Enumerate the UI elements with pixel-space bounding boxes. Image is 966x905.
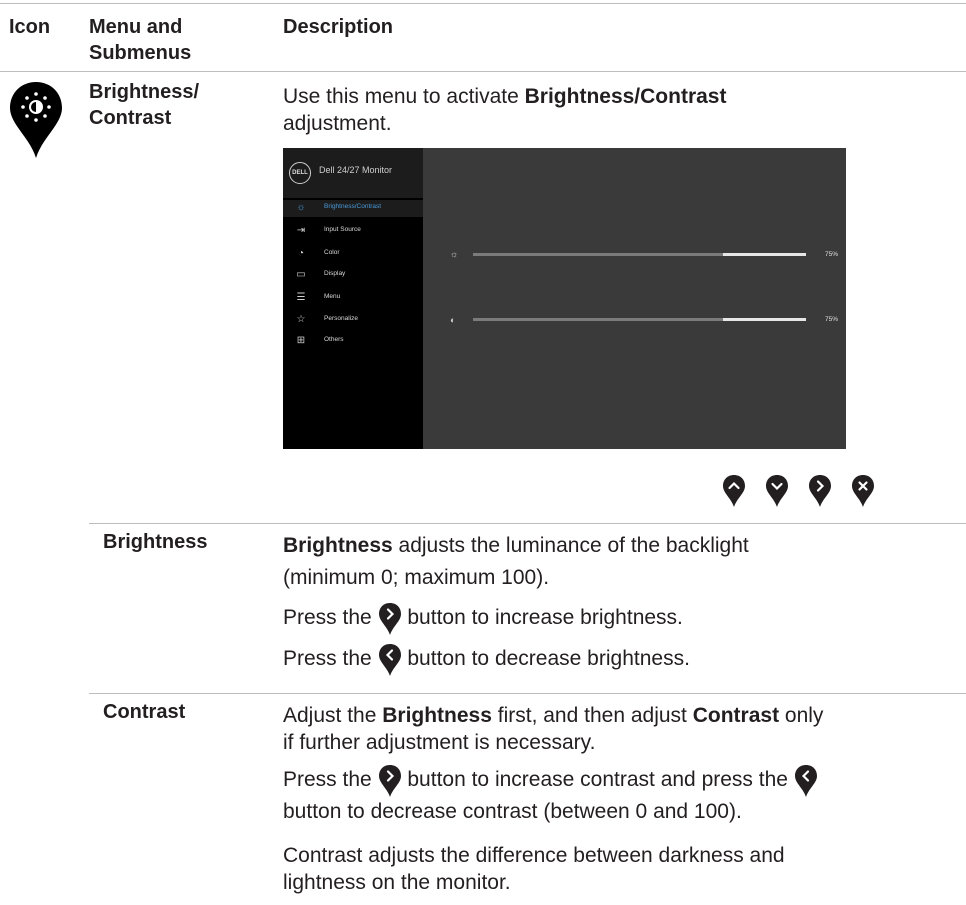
- brightness-value: 75%: [825, 251, 839, 258]
- main-description: Use this menu to activate Brightness/Con…: [283, 85, 727, 135]
- up-button-icon: [723, 475, 745, 507]
- header-menu-line1: Menu and: [89, 16, 183, 38]
- header-menu-line2: Submenus: [89, 42, 192, 64]
- down-button-icon: [766, 475, 788, 507]
- contrast-value: 75%: [825, 316, 839, 323]
- osd-menu-item-color[interactable]: ◔ Color: [283, 246, 423, 263]
- osd-menu-item-display[interactable]: ▭ Display: [283, 267, 423, 284]
- header-description: Description: [283, 16, 394, 38]
- dell-logo: DELL: [289, 162, 311, 184]
- header-icon: Icon: [9, 16, 51, 38]
- contrast-p3: Contrast adjusts the difference between …: [283, 844, 785, 894]
- right-button-inline-icon: [378, 603, 401, 635]
- close-button-icon: [852, 475, 874, 507]
- brightness-slider-icon: ☼: [450, 249, 459, 259]
- brightness-p3: Press the button to decrease brightness.: [283, 643, 690, 677]
- osd-menu-item-brightness-contrast[interactable]: ☼ Brightness/Contrast: [283, 200, 423, 217]
- brightness-row-rule: [89, 523, 966, 524]
- menu-icon: ☰: [296, 292, 306, 303]
- contrast-slider-fill: [473, 318, 723, 321]
- contrast-slider[interactable]: [473, 318, 806, 321]
- menu-brightness: Brightness: [103, 531, 208, 553]
- osd-menu-item-others[interactable]: ⊞ Others: [283, 333, 423, 350]
- menu-brightness-contrast-line2: Contrast: [89, 107, 172, 129]
- osd-sidebar: DELL Dell 24/27 Monitor ☼ Brightness/Con…: [283, 148, 423, 449]
- brightness-slider[interactable]: [473, 253, 806, 256]
- left-button-inline-icon: [378, 644, 401, 676]
- display-icon: ▭: [296, 269, 306, 280]
- osd-header: DELL Dell 24/27 Monitor: [283, 148, 423, 198]
- color-icon: ◔: [297, 248, 305, 259]
- input-icon: ⇥: [296, 225, 306, 236]
- contrast-slider-icon: ◐: [450, 315, 456, 325]
- osd-menu-item-personalize[interactable]: ☆ Personalize: [283, 312, 423, 329]
- osd-menu-item-menu[interactable]: ☰ Menu: [283, 290, 423, 307]
- contrast-p1: Adjust the Brightness first, and then ad…: [283, 704, 824, 754]
- brightness-slider-fill: [473, 253, 723, 256]
- contrast-row-rule: [89, 693, 966, 694]
- right-button-inline-icon: [378, 765, 401, 797]
- brightness-p1: Brightness adjusts the luminance of the …: [283, 534, 749, 589]
- star-icon: ☆: [296, 314, 306, 325]
- right-button-icon: [809, 475, 831, 507]
- header-rule: [0, 71, 966, 72]
- top-rule: [0, 3, 966, 4]
- others-icon: ⊞: [296, 335, 306, 346]
- osd-menu-item-input-source[interactable]: ⇥ Input Source: [283, 223, 423, 240]
- menu-brightness-contrast-line1: Brightness/: [89, 81, 200, 103]
- left-button-inline-icon: [794, 765, 817, 797]
- osd-title: Dell 24/27 Monitor: [319, 165, 393, 175]
- sun-icon: ☼: [296, 202, 306, 213]
- brightness-p2: Press the button to increase brightness.: [283, 602, 683, 636]
- osd-screenshot: DELL Dell 24/27 Monitor ☼ Brightness/Con…: [283, 148, 846, 449]
- menu-contrast: Contrast: [103, 701, 186, 723]
- brightness-contrast-icon: [10, 82, 62, 158]
- contrast-p2: Press the button to increase contrast an…: [283, 764, 818, 825]
